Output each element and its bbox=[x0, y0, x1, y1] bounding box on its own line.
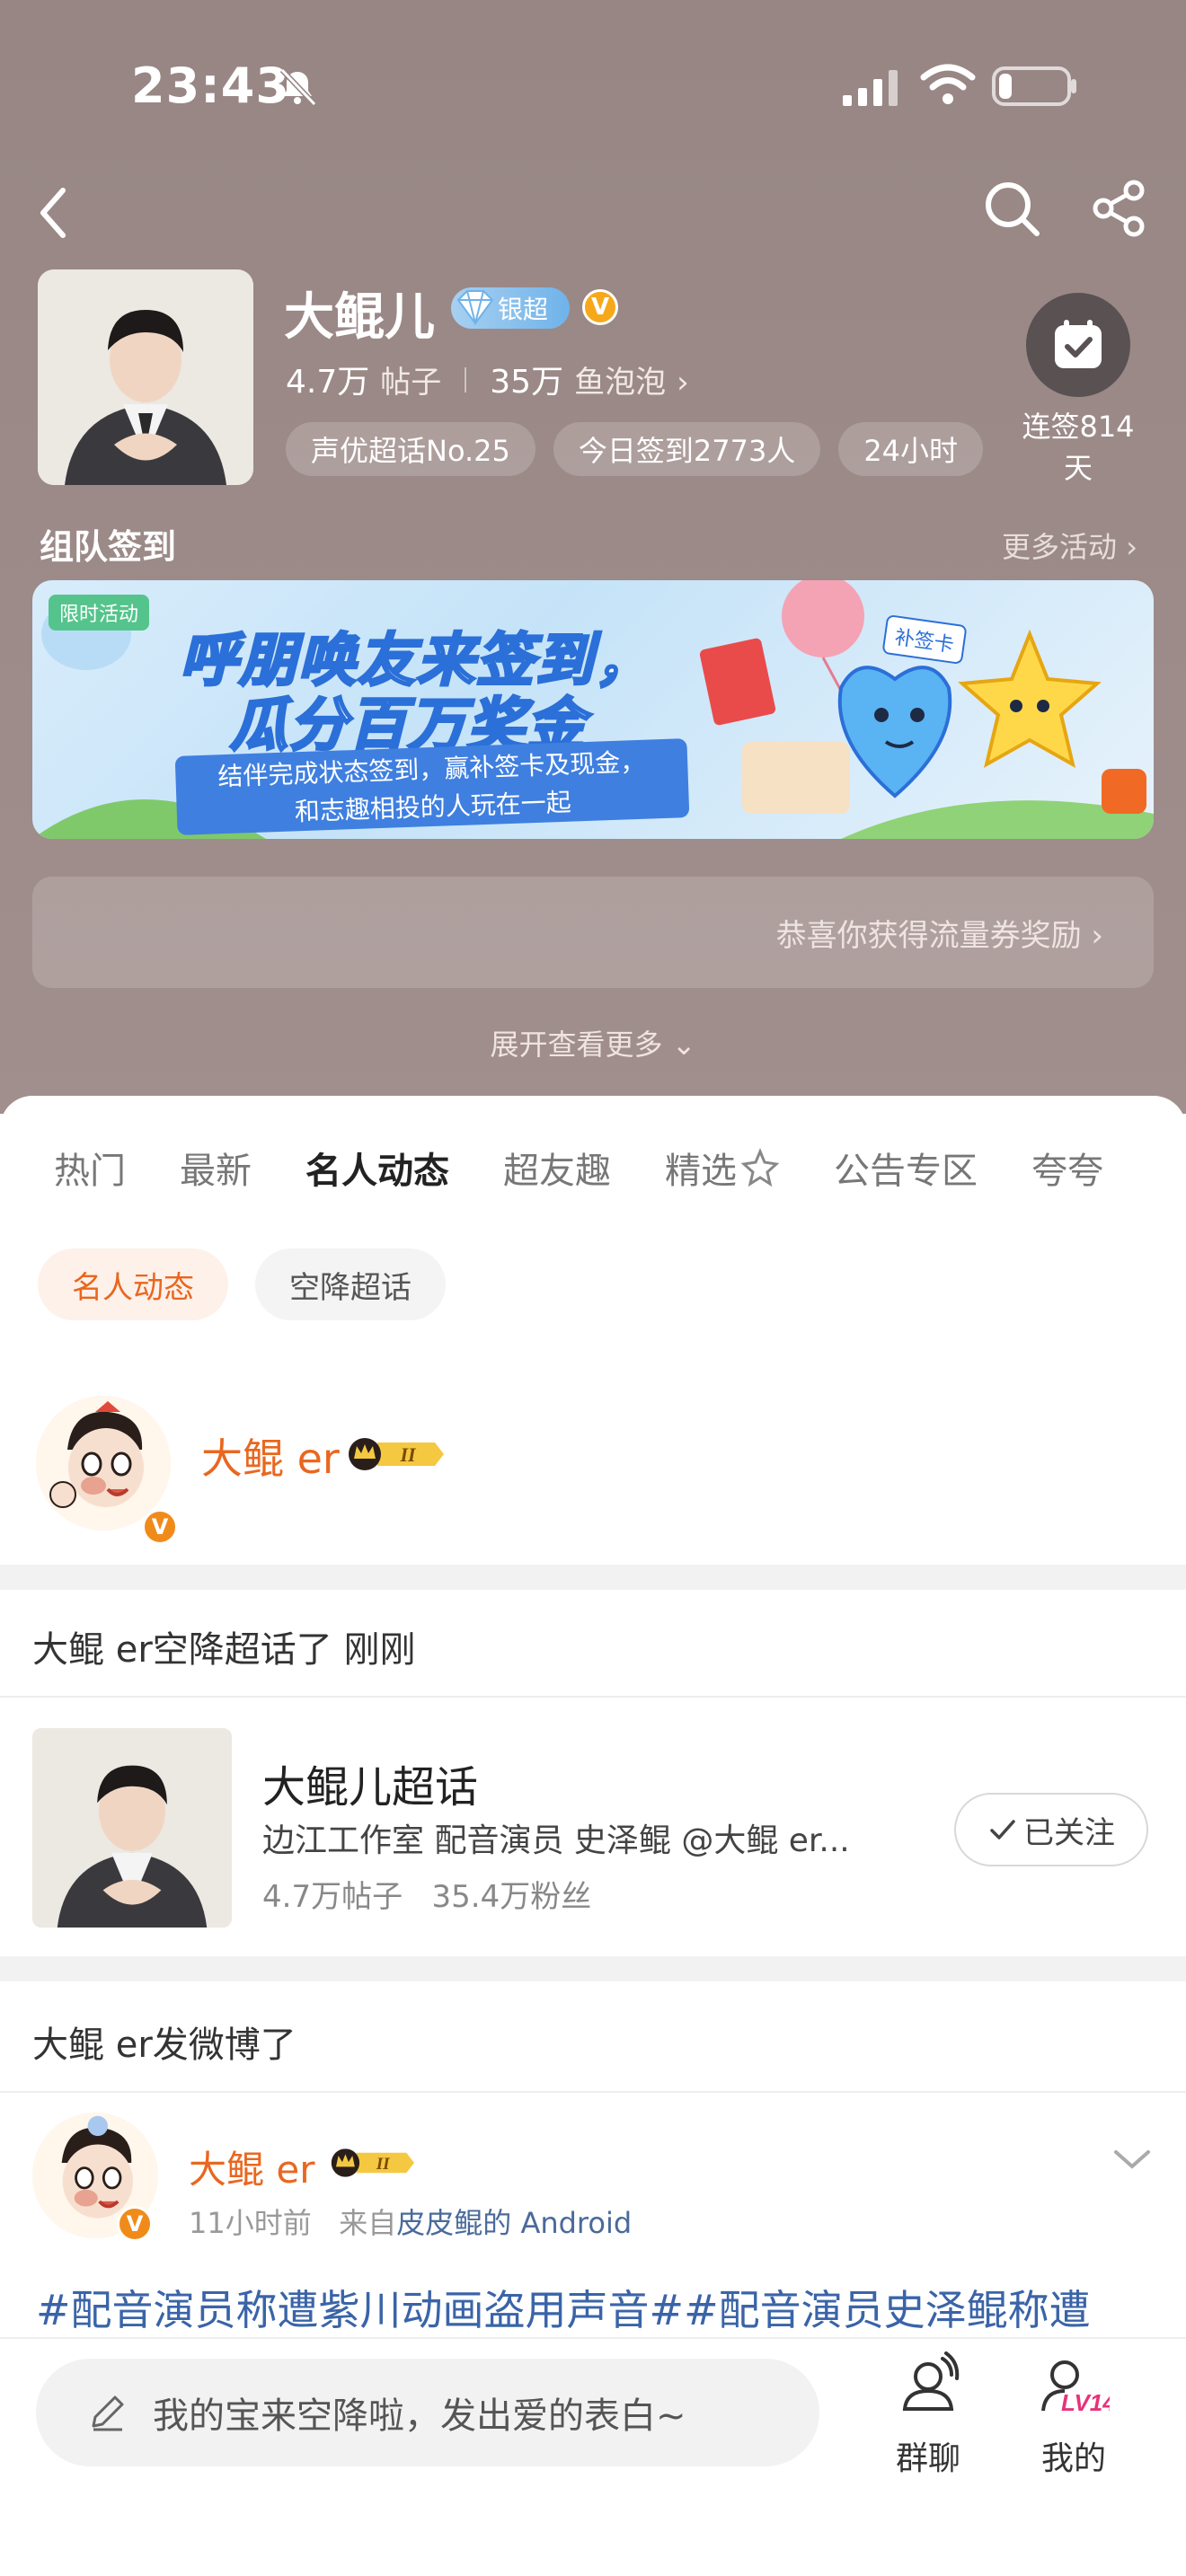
tab-announcements[interactable]: 公告专区 bbox=[834, 1132, 978, 1204]
content-tabs: 热门 最新 名人动态 超友趣 精选 公告专区 夸夸 bbox=[0, 1132, 1186, 1204]
tab-hot[interactable]: 热门 bbox=[54, 1132, 126, 1204]
post-source[interactable]: 皮皮鲲的 Android bbox=[396, 2206, 632, 2240]
silver-level-label: 银超 bbox=[498, 295, 549, 324]
member-crown-icon: II bbox=[349, 1438, 444, 1470]
limited-activity-tag: 限时活动 bbox=[49, 595, 150, 631]
diamond-icon bbox=[456, 290, 494, 325]
tab-super-fun[interactable]: 超友趣 bbox=[503, 1132, 611, 1204]
wifi-icon bbox=[920, 64, 976, 104]
post-meta: 11小时前 来自皮皮鲲的 Android bbox=[189, 2201, 632, 2242]
celebrity-name[interactable]: 大鲲 er bbox=[201, 1426, 340, 1486]
rank-chip[interactable]: 声优超话No.25 bbox=[286, 422, 535, 476]
pencil-icon bbox=[92, 2395, 124, 2431]
compose-placeholder: 我的宝来空降啦，发出爱的表白~ bbox=[153, 2395, 686, 2437]
expand-more-label: 展开查看更多 bbox=[490, 1028, 663, 1062]
flower-icon bbox=[740, 1148, 780, 1187]
topic-header: 23:43 大鲲儿 银超 V 4.7万 帖子 35万 鱼泡泡 › 声优超话No.… bbox=[0, 0, 1186, 1114]
group-chat-label: 群聊 bbox=[895, 2440, 960, 2477]
group-chat-icon bbox=[902, 2351, 960, 2411]
supertopic-stats: 4.7万帖子 35.4万粉丝 bbox=[262, 1879, 592, 1915]
silver-level-badge[interactable]: 银超 bbox=[451, 287, 570, 329]
tab-featured[interactable]: 精选 bbox=[665, 1132, 780, 1204]
supertopic-description: 边江工作室 配音演员 史泽鲲 @大鲲 er... bbox=[262, 1822, 850, 1859]
share-icon[interactable] bbox=[1087, 176, 1152, 241]
posts-label: 帖子 bbox=[380, 365, 442, 401]
24h-chip[interactable]: 24小时 bbox=[838, 422, 984, 476]
tab-featured-label: 精选 bbox=[665, 1151, 737, 1192]
fans-label[interactable]: 鱼泡泡 bbox=[574, 357, 666, 401]
followed-button[interactable]: 已关注 bbox=[954, 1793, 1148, 1866]
cellular-signal-icon bbox=[843, 70, 898, 106]
battery-icon bbox=[992, 66, 1076, 106]
followed-label: 已关注 bbox=[1023, 1814, 1115, 1851]
compose-input[interactable]: 我的宝来空降啦，发出爱的表白~ bbox=[36, 2359, 819, 2466]
more-activities-label: 更多活动 bbox=[1002, 530, 1118, 564]
topic-name: 大鲲儿 bbox=[284, 288, 435, 347]
supertopic-title: 大鲲儿超话 bbox=[262, 1762, 479, 1813]
topic-chips: 声优超话No.25 今日签到2773人 24小时 bbox=[286, 422, 1022, 476]
mine-button[interactable]: LV14 我的 bbox=[1024, 2351, 1123, 2479]
verified-v-icon: V bbox=[582, 289, 618, 325]
chevron-down-icon[interactable] bbox=[1111, 2143, 1154, 2175]
search-icon[interactable] bbox=[979, 176, 1044, 241]
chevron-right-icon[interactable]: › bbox=[677, 365, 689, 401]
status-bar: 23:43 bbox=[0, 54, 1186, 126]
activity-banner[interactable]: 限时活动 呼朋唤友来签到， 瓜分百万奖金 结伴完成状态签到，赢补签卡及现金， 和… bbox=[32, 580, 1154, 839]
checkin-count-chip[interactable]: 今日签到2773人 bbox=[553, 422, 821, 476]
posts-count: 4.7万 bbox=[286, 364, 370, 401]
profile-icon: LV14 bbox=[1041, 2360, 1116, 2416]
section-divider bbox=[0, 1565, 1186, 1590]
mine-label: 我的 bbox=[1040, 2440, 1106, 2477]
airdrop-section-title: 大鲲 er空降超话了 刚刚 bbox=[32, 1629, 416, 1671]
weibo-post-section-title: 大鲲 er发微博了 bbox=[32, 2025, 296, 2066]
post-from-label: 来自 bbox=[339, 2206, 397, 2240]
more-activities-link[interactable]: 更多活动 › bbox=[1002, 525, 1137, 566]
verified-v-icon: V bbox=[117, 2206, 153, 2242]
section-line bbox=[0, 1696, 1186, 1698]
tab-latest[interactable]: 最新 bbox=[180, 1132, 252, 1204]
user-level-text: LV14 bbox=[1061, 2389, 1110, 2416]
subchip-airdrop[interactable]: 空降超话 bbox=[255, 1248, 446, 1320]
crown-rank-text: II bbox=[376, 2155, 390, 2174]
reward-notice-text: 恭喜你获得流量券奖励 › bbox=[775, 918, 1103, 954]
team-checkin-title: 组队签到 bbox=[40, 527, 177, 567]
top-nav bbox=[0, 176, 1186, 248]
reward-notice[interactable]: 恭喜你获得流量券奖励 › bbox=[32, 877, 1154, 988]
stats-divider bbox=[465, 367, 467, 393]
subchip-celebrity-updates[interactable]: 名人动态 bbox=[38, 1248, 228, 1320]
bell-muted-icon bbox=[279, 67, 317, 107]
crown-rank-text: II bbox=[399, 1443, 417, 1466]
fans-count[interactable]: 35万 bbox=[490, 356, 563, 402]
sub-filter-chips: 名人动态 空降超话 bbox=[38, 1248, 446, 1320]
checkin-calendar-icon bbox=[1026, 293, 1130, 397]
supertopic-thumbnail[interactable] bbox=[32, 1728, 232, 1928]
post-author-name[interactable]: 大鲲 er bbox=[189, 2139, 314, 2194]
celebrity-row[interactable]: V 大鲲 er II bbox=[0, 1387, 1186, 1557]
checkmark-icon bbox=[990, 1820, 1015, 1839]
member-crown-icon: II bbox=[331, 2148, 414, 2177]
bottom-bar: 我的宝来空降啦，发出爱的表白~ 群聊 LV14 我的 bbox=[0, 2337, 1186, 2576]
post-time: 11小时前 bbox=[189, 2206, 312, 2240]
checkin-button[interactable]: 连签814天 bbox=[1015, 293, 1141, 489]
group-chat-button[interactable]: 群聊 bbox=[879, 2351, 978, 2479]
post-text[interactable]: #配音演员称遭紫川动画盗用声音##配音演员史泽鲲称遭 bbox=[36, 2278, 1168, 2337]
topic-stats: 4.7万 帖子 35万 鱼泡泡 › bbox=[286, 356, 689, 402]
section-divider bbox=[0, 1956, 1186, 1981]
tab-praise[interactable]: 夸夸 bbox=[1031, 1132, 1103, 1204]
status-time: 23:43 bbox=[131, 57, 290, 114]
reward-text: 恭喜你获得流量券奖励 bbox=[775, 918, 1082, 954]
back-arrow-icon[interactable] bbox=[27, 181, 81, 244]
expand-more-link[interactable]: 展开查看更多 ⌄ bbox=[0, 1022, 1186, 1063]
checkin-streak-label: 连签814天 bbox=[1022, 410, 1135, 485]
supertopic-card[interactable]: 大鲲儿超话 边江工作室 配音演员 史泽鲲 @大鲲 er... 4.7万帖子 35… bbox=[0, 1728, 1186, 1944]
verified-v-icon: V bbox=[142, 1509, 178, 1545]
weibo-post[interactable]: V 大鲲 er II 11小时前 来自皮皮鲲的 Android #配音演员称遭紫… bbox=[0, 2093, 1186, 2334]
topic-avatar[interactable] bbox=[38, 269, 253, 485]
tab-celebrity-updates[interactable]: 名人动态 bbox=[305, 1132, 449, 1204]
